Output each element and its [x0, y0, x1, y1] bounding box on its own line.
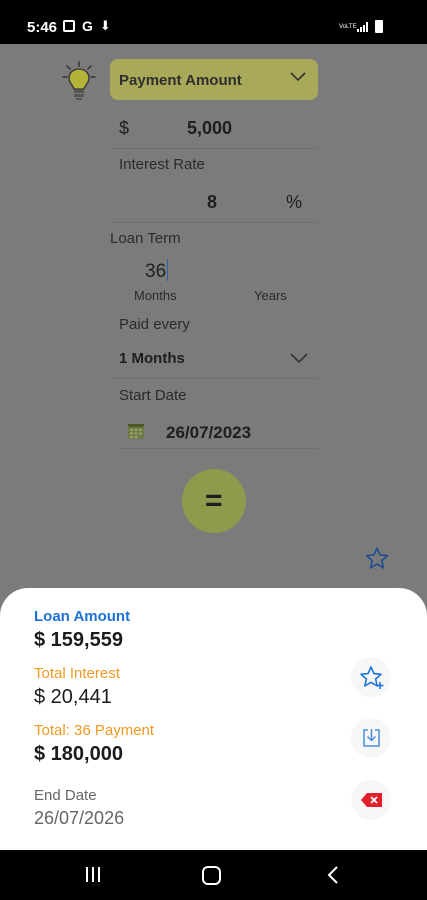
status-bar: 5:46 G ⬇ VoLTE — [0, 0, 427, 44]
star-icon[interactable] — [364, 546, 390, 571]
chevron-down-icon — [290, 72, 306, 82]
paid-every-value: 1 Months — [119, 350, 185, 367]
system-icons: VoLTE — [339, 20, 383, 33]
paid-every-underline — [110, 378, 318, 379]
term-unit-years[interactable]: Years — [254, 288, 287, 303]
end-date-label: End Date — [34, 787, 97, 804]
battery-icon — [375, 20, 383, 33]
status-time: 5:46 — [27, 19, 58, 36]
backspace-delete-icon — [361, 793, 382, 807]
paid-every-label: Paid every — [119, 316, 190, 333]
image-icon — [63, 20, 75, 32]
term-unit-months[interactable]: Months — [134, 288, 177, 303]
download-icon — [363, 729, 380, 747]
back-button[interactable] — [326, 865, 340, 885]
calculation-type-dropdown[interactable]: Payment Amount — [110, 59, 318, 100]
interest-underline — [110, 222, 318, 223]
delete-button[interactable] — [351, 780, 391, 820]
paid-every-dropdown[interactable]: 1 Months — [110, 340, 318, 376]
start-date-underline — [119, 448, 318, 449]
start-date-label: Start Date — [119, 387, 187, 404]
interest-rate-label: Interest Rate — [119, 156, 205, 173]
star-add-icon — [360, 666, 384, 689]
percent-symbol: % — [286, 192, 303, 212]
google-icon: G — [82, 18, 93, 34]
text-cursor — [167, 259, 168, 281]
calendar-icon[interactable] — [127, 422, 145, 440]
total-payment-value: $ 180,000 — [34, 743, 123, 765]
currency-symbol: $ — [119, 118, 130, 138]
recents-button[interactable] — [86, 867, 100, 882]
add-favorite-button[interactable] — [351, 657, 391, 697]
loan-term-label: Loan Term — [110, 230, 181, 247]
amount-input[interactable]: 5,000 — [187, 118, 232, 139]
lightbulb-icon[interactable] — [62, 60, 96, 104]
amount-underline — [110, 148, 318, 149]
equals-label: = — [205, 484, 223, 517]
start-date-input[interactable]: 26/07/2023 — [166, 423, 251, 443]
loan-term-input[interactable]: 36 — [145, 261, 166, 283]
notification-icons: G ⬇ — [63, 18, 111, 34]
total-interest-value: $ 20,441 — [34, 686, 112, 708]
loan-amount-value: $ 159,559 — [34, 629, 123, 651]
end-date-value: 26/07/2026 — [34, 808, 125, 828]
total-interest-label: Total Interest — [34, 665, 120, 682]
download-icon: ⬇ — [99, 18, 111, 33]
interest-rate-input[interactable]: 8 — [207, 192, 217, 213]
chevron-down-icon — [290, 353, 308, 363]
loan-amount-label: Loan Amount — [34, 608, 131, 625]
calculation-type-value: Payment Amount — [119, 72, 242, 89]
total-payment-label: Total: 36 Payment — [34, 722, 155, 739]
home-button[interactable] — [202, 866, 221, 885]
signal-icon — [357, 21, 368, 32]
volte-icon: VoLTE — [339, 23, 357, 30]
save-download-button[interactable] — [351, 718, 391, 758]
